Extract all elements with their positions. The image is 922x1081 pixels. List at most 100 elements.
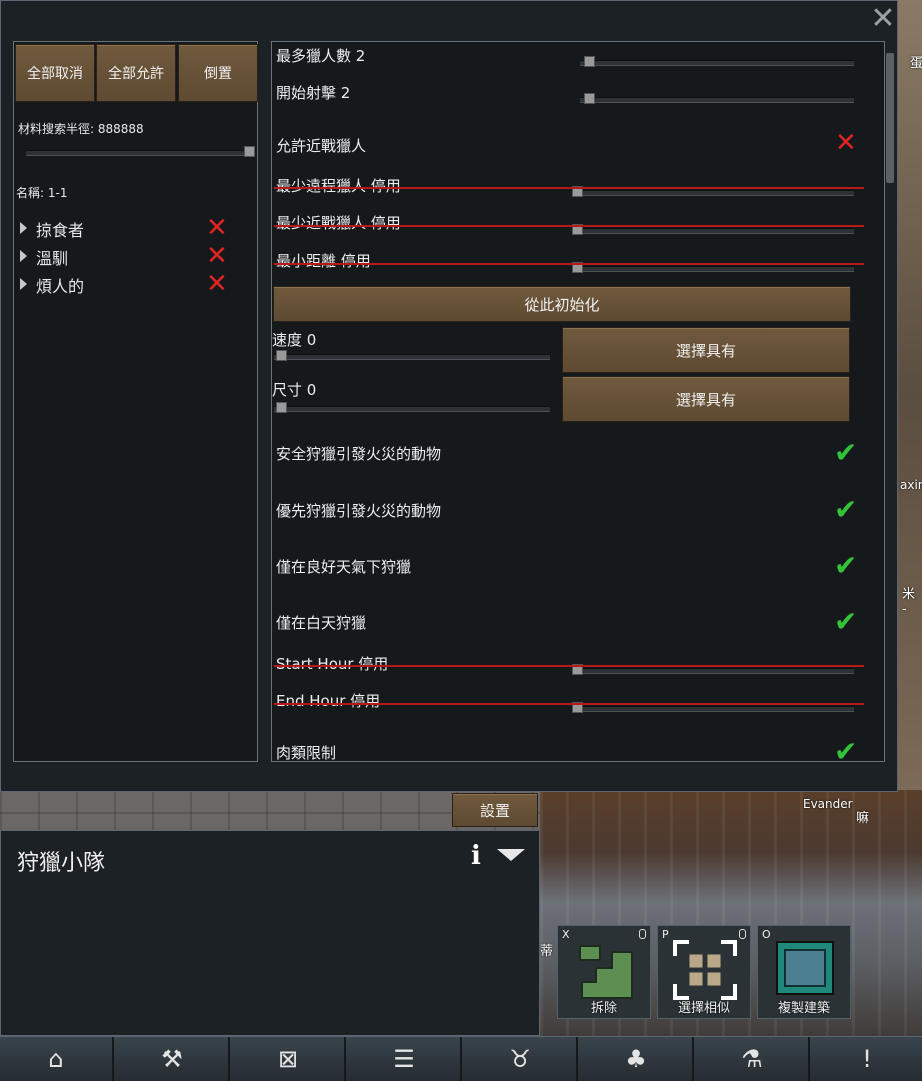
map-label-left: 蒂	[540, 944, 554, 959]
hotkey-label: P	[662, 928, 669, 941]
map-label-char: 嘛	[856, 811, 870, 826]
hotkey-label: X	[562, 928, 570, 941]
tree-item-label: 掠食者	[36, 221, 85, 240]
hunting-settings-window: ✕ 全部取消 全部允許 倒置 材料搜索半徑: 888888 名稱: 1-1 掠食…	[0, 0, 898, 792]
x-icon[interactable]: ✕	[835, 130, 857, 156]
chevron-down-icon[interactable]	[497, 849, 525, 861]
animal-icon[interactable]: ♉	[464, 1037, 578, 1081]
pawn-name-label[interactable]: Evander	[803, 797, 853, 811]
copy-building-icon	[776, 941, 834, 995]
mouse-icon	[739, 929, 746, 939]
meat-limit-label: 肉類限制	[276, 744, 337, 762]
tree-item-annoying[interactable]: 煩人的 ✕	[20, 271, 242, 297]
max-hunters-label: 最多獵人數 2	[276, 47, 366, 65]
search-radius-slider[interactable]	[26, 146, 255, 157]
copy-building-gizmo[interactable]: O 複製建築	[757, 925, 851, 1019]
disabled-strike-line	[274, 225, 864, 227]
slider-handle[interactable]	[244, 146, 255, 157]
invert-button[interactable]: 倒置	[178, 44, 258, 102]
check-icon[interactable]: ✔	[834, 608, 857, 636]
check-icon[interactable]: ✔	[834, 496, 857, 524]
min-melee-hunters-label: 最少近戰獵人 停用	[276, 214, 401, 232]
expand-arrow-icon[interactable]	[20, 278, 27, 290]
tree-item-label: 煩人的	[36, 277, 85, 296]
panel-title: 狩獵小隊	[17, 851, 106, 876]
max-hunters-slider[interactable]	[580, 56, 854, 67]
expand-arrow-icon[interactable]	[20, 250, 27, 262]
hotkey-label: O	[762, 928, 771, 941]
info-icon[interactable]: i	[471, 841, 481, 871]
min-ranged-hunters-label: 最少遠程獵人 停用	[276, 177, 401, 195]
check-icon[interactable]: ✔	[834, 439, 857, 467]
size-slider[interactable]	[274, 402, 550, 413]
daytime-only-label: 僅在白天狩獵	[276, 614, 367, 632]
tree-item-predators[interactable]: 掠食者 ✕	[20, 215, 242, 241]
gizmo-label: 選擇相似	[677, 1001, 730, 1016]
filter-panel: 全部取消 全部允許 倒置 材料搜索半徑: 888888 名稱: 1-1 掠食者 …	[13, 41, 258, 762]
tree-icon[interactable]: ♣	[580, 1037, 694, 1081]
disabled-strike-line	[274, 187, 864, 189]
settings-button[interactable]: 設置	[452, 793, 538, 827]
map-label-right-2: axin	[900, 478, 922, 492]
prefer-hunt-fire-label: 優先狩獵引發火災的動物	[276, 502, 442, 520]
safe-hunt-fire-label: 安全狩獵引發火災的動物	[276, 445, 442, 463]
map-label-right-1: 蛋	[910, 56, 922, 71]
search-radius-label: 材料搜索半徑: 888888	[18, 122, 144, 136]
end-hour-label: End Hour 停用	[276, 692, 381, 710]
gizmo-label: 拆除	[590, 1001, 617, 1016]
inspect-panel: 狩獵小隊 i	[0, 830, 540, 1036]
deconstruct-gizmo[interactable]: X 拆除	[557, 925, 651, 1019]
hammer-icon[interactable]: ⚒	[116, 1037, 230, 1081]
disabled-strike-line	[274, 665, 864, 667]
gizmo-label: 複製建築	[777, 1001, 830, 1016]
start-shooting-label: 開始射擊 2	[276, 84, 351, 102]
size-label: 尺寸 0	[272, 381, 317, 399]
check-icon[interactable]: ✔	[834, 552, 857, 580]
end-hour-slider[interactable]	[572, 702, 854, 713]
clear-all-button[interactable]: 全部取消	[15, 44, 95, 102]
scrollbar[interactable]	[884, 43, 896, 761]
allow-melee-label: 允許近戰獵人	[276, 137, 367, 155]
tree-item-tame[interactable]: 溫馴 ✕	[20, 243, 242, 269]
slider-handle[interactable]	[276, 350, 287, 361]
select-with-size-button[interactable]: 選擇具有	[562, 376, 850, 422]
start-hour-label: Start Hour 停用	[276, 655, 389, 673]
select-similar-gizmo[interactable]: P 選擇相似	[657, 925, 751, 1019]
min-melee-hunters-slider[interactable]	[572, 224, 854, 235]
main-tab-bar: ⌂ ⚒ ⊠ ☰ ♉ ♣ ⚗ !	[0, 1036, 922, 1081]
disabled-strike-line	[274, 263, 864, 265]
check-icon[interactable]: ✔	[834, 738, 857, 762]
orders-icon[interactable]: ☰	[348, 1037, 462, 1081]
disabled-strike-line	[274, 703, 864, 705]
start-hour-slider[interactable]	[572, 664, 854, 675]
scrollbar-thumb[interactable]	[886, 53, 894, 183]
slider-handle[interactable]	[584, 56, 595, 67]
speed-slider[interactable]	[274, 350, 550, 361]
alert-icon[interactable]: !	[812, 1037, 922, 1081]
good-weather-only-label: 僅在良好天氣下狩獵	[276, 558, 412, 576]
select-with-speed-button[interactable]: 選擇具有	[562, 327, 850, 373]
x-icon[interactable]: ✕	[206, 215, 228, 241]
initialize-from-this-button[interactable]: 從此初始化	[273, 286, 851, 322]
map-label-right-3: 米 -	[902, 587, 916, 617]
start-shooting-slider[interactable]	[580, 93, 854, 104]
home-icon[interactable]: ⌂	[0, 1037, 114, 1081]
slider-handle[interactable]	[276, 402, 287, 413]
zone-icon[interactable]: ⊠	[232, 1037, 346, 1081]
min-distance-slider[interactable]	[572, 262, 854, 273]
x-icon[interactable]: ✕	[206, 271, 228, 297]
min-ranged-hunters-slider[interactable]	[572, 186, 854, 197]
speed-label: 速度 0	[272, 331, 317, 349]
min-distance-label: 最小距離 停用	[276, 252, 371, 270]
flask-icon[interactable]: ⚗	[696, 1037, 810, 1081]
allow-all-button[interactable]: 全部允許	[96, 44, 176, 102]
deconstruct-icon	[579, 945, 633, 999]
slider-handle[interactable]	[584, 93, 595, 104]
x-icon[interactable]: ✕	[206, 243, 228, 269]
hunt-options-panel: 最多獵人數 2 開始射擊 2 允許近戰獵人 ✕ 最少遠程獵人 停用 最少近戰獵人…	[271, 41, 885, 762]
select-similar-icon	[673, 940, 737, 1000]
game-map-right-edge	[898, 0, 922, 790]
tree-item-label: 溫馴	[36, 249, 69, 268]
expand-arrow-icon[interactable]	[20, 222, 27, 234]
close-icon[interactable]: ✕	[869, 4, 897, 34]
